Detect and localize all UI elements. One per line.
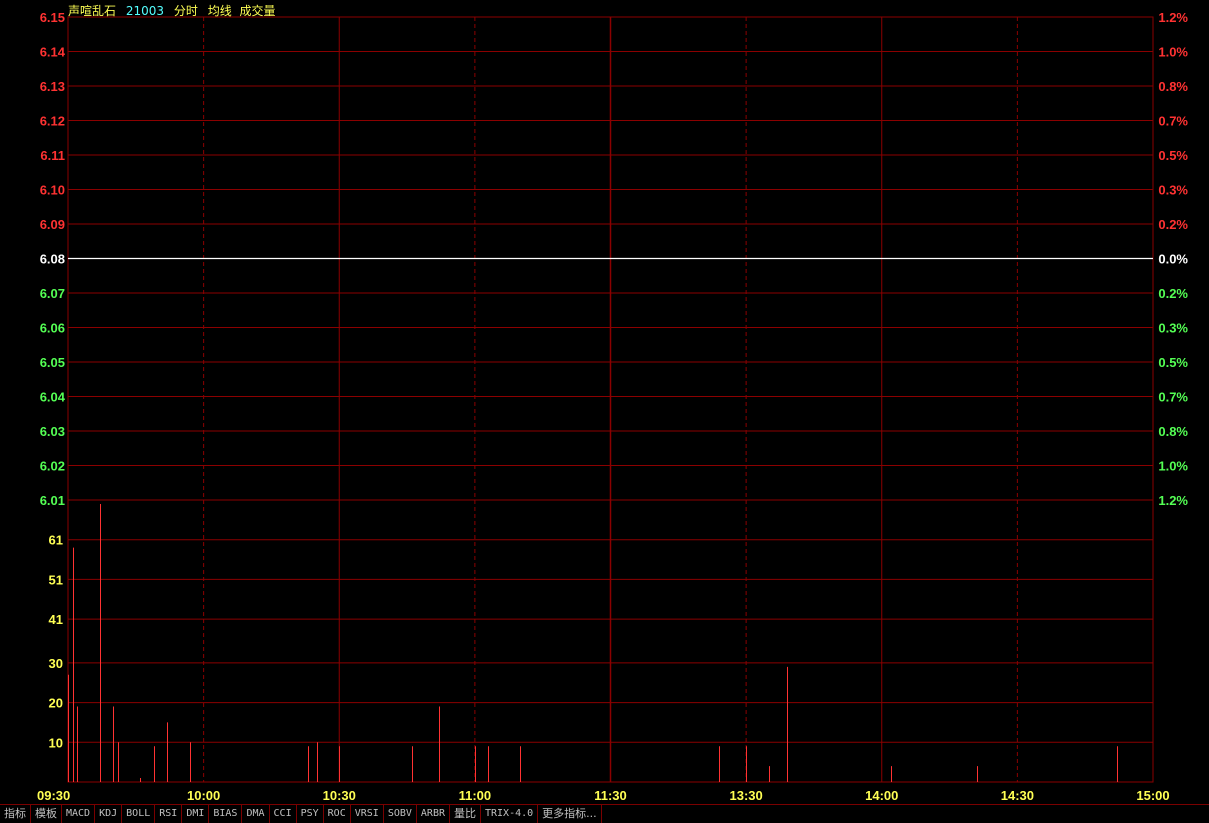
indicator-avg-label: 均线 [207, 4, 232, 18]
indicator-time-label: 分时 [173, 4, 198, 18]
percent-axis: 1.2% 1.0% 0.8% 0.7% 0.5% 0.3% 0.2% 0.0% 0.2% 0.3%… [1158, 10, 1188, 508]
time-tick-label: 14:00 [865, 788, 898, 803]
tab-indicator[interactable]: 指标 [0, 805, 31, 823]
price-tick-label: 6.15 [40, 10, 65, 25]
price-tick-label: 6.06 [40, 321, 65, 336]
volume-tick-label: 10 [49, 735, 63, 750]
tab-indicator[interactable]: MACD [62, 805, 96, 823]
percent-tick-label: 1.2% [1158, 493, 1188, 508]
price-tick-label: 6.11 [40, 148, 65, 163]
indicator-tab-bar: 指标 模板 MACD KDJ BOLL RSI DMI BIAS DMA CCI PSY ROC VRS… [0, 804, 1209, 823]
volume-tick-label: 51 [49, 572, 63, 587]
indicator-volume-label: 成交量 [239, 4, 276, 18]
price-tick-label: 6.10 [40, 183, 65, 198]
tab-indicator[interactable]: CCI [269, 805, 297, 823]
price-tick-label: 6.14 [40, 45, 66, 60]
volume-tick-label: 41 [49, 612, 63, 627]
percent-tick-label: 0.0% [1158, 252, 1188, 267]
tab-indicator[interactable]: KDJ [95, 805, 123, 823]
price-tick-label: 6.07 [40, 286, 65, 301]
volume-tick-label: 61 [49, 533, 63, 548]
price-tick-label: 6.04 [40, 390, 66, 405]
tab-indicator[interactable]: DMI [182, 805, 210, 823]
percent-tick-label: 1.0% [1158, 45, 1188, 60]
time-tick-label: 11:00 [459, 788, 492, 803]
percent-tick-label: 0.5% [1158, 148, 1188, 163]
tab-indicator[interactable]: 模板 [31, 805, 62, 823]
price-tick-label: 6.12 [40, 114, 65, 129]
price-tick-label: 6.08 [40, 252, 65, 267]
price-tick-label: 6.09 [40, 217, 65, 232]
volume-tick-label: 20 [49, 696, 63, 711]
percent-tick-label: 0.3% [1158, 183, 1188, 198]
tab-indicator[interactable]: SOBV [383, 805, 417, 823]
percent-tick-label: 0.8% [1158, 424, 1188, 439]
tab-indicator[interactable]: DMA [242, 805, 270, 823]
time-tick-label: 11:30 [594, 788, 627, 803]
time-tick-label: 15:00 [1136, 788, 1169, 803]
tab-indicator[interactable]: BOLL [122, 805, 156, 823]
time-tick-label: 13:30 [730, 788, 763, 803]
tab-indicator[interactable]: RSI [155, 805, 183, 823]
percent-tick-label: 1.0% [1158, 459, 1188, 474]
percent-tick-label: 0.8% [1158, 79, 1188, 94]
price-tick-label: 6.03 [40, 424, 65, 439]
percent-tick-label: 1.2% [1158, 10, 1188, 25]
percent-tick-label: 0.7% [1158, 390, 1188, 405]
tab-indicator[interactable]: VRSI [350, 805, 384, 823]
tab-indicator[interactable]: PSY [296, 805, 324, 823]
time-tick-label: 10:00 [187, 788, 220, 803]
tab-indicator[interactable]: ARBR [416, 805, 450, 823]
volume-tick-label: 30 [49, 656, 63, 671]
percent-tick-label: 0.3% [1158, 321, 1188, 336]
stock-name: 声喧乱石 [68, 4, 117, 18]
price-tick-label: 6.02 [40, 459, 65, 474]
tab-indicator[interactable]: ROC [323, 805, 351, 823]
stock-code: 21003 [125, 4, 165, 18]
tab-indicator[interactable]: BIAS [209, 805, 243, 823]
tab-indicator[interactable]: 量比 [450, 805, 481, 823]
percent-tick-label: 0.5% [1158, 355, 1188, 370]
time-tick-label: 09:30 [37, 788, 70, 803]
time-tick-label: 10:30 [323, 788, 356, 803]
percent-tick-label: 0.7% [1158, 114, 1188, 129]
tab-indicator[interactable]: TRIX-4.0 [481, 805, 539, 823]
chart-title-bar: 声喧乱石 21003 分时 均线 成交量 [68, 2, 282, 19]
percent-tick-label: 0.2% [1158, 286, 1188, 301]
intraday-chart: 6.15 6.14 6.13 6.12 6.11 6.10 6.09 6.08 6.07 6.06… [0, 0, 1209, 804]
price-axis: 6.15 6.14 6.13 6.12 6.11 6.10 6.09 6.08 6.07 6.06… [40, 10, 66, 508]
time-tick-label: 14:30 [1001, 788, 1034, 803]
price-tick-label: 6.05 [40, 355, 65, 370]
percent-tick-label: 0.2% [1158, 217, 1188, 232]
price-tick-label: 6.01 [40, 493, 65, 508]
price-tick-label: 6.13 [40, 79, 65, 94]
tab-indicator[interactable]: 更多指标... [538, 805, 602, 823]
